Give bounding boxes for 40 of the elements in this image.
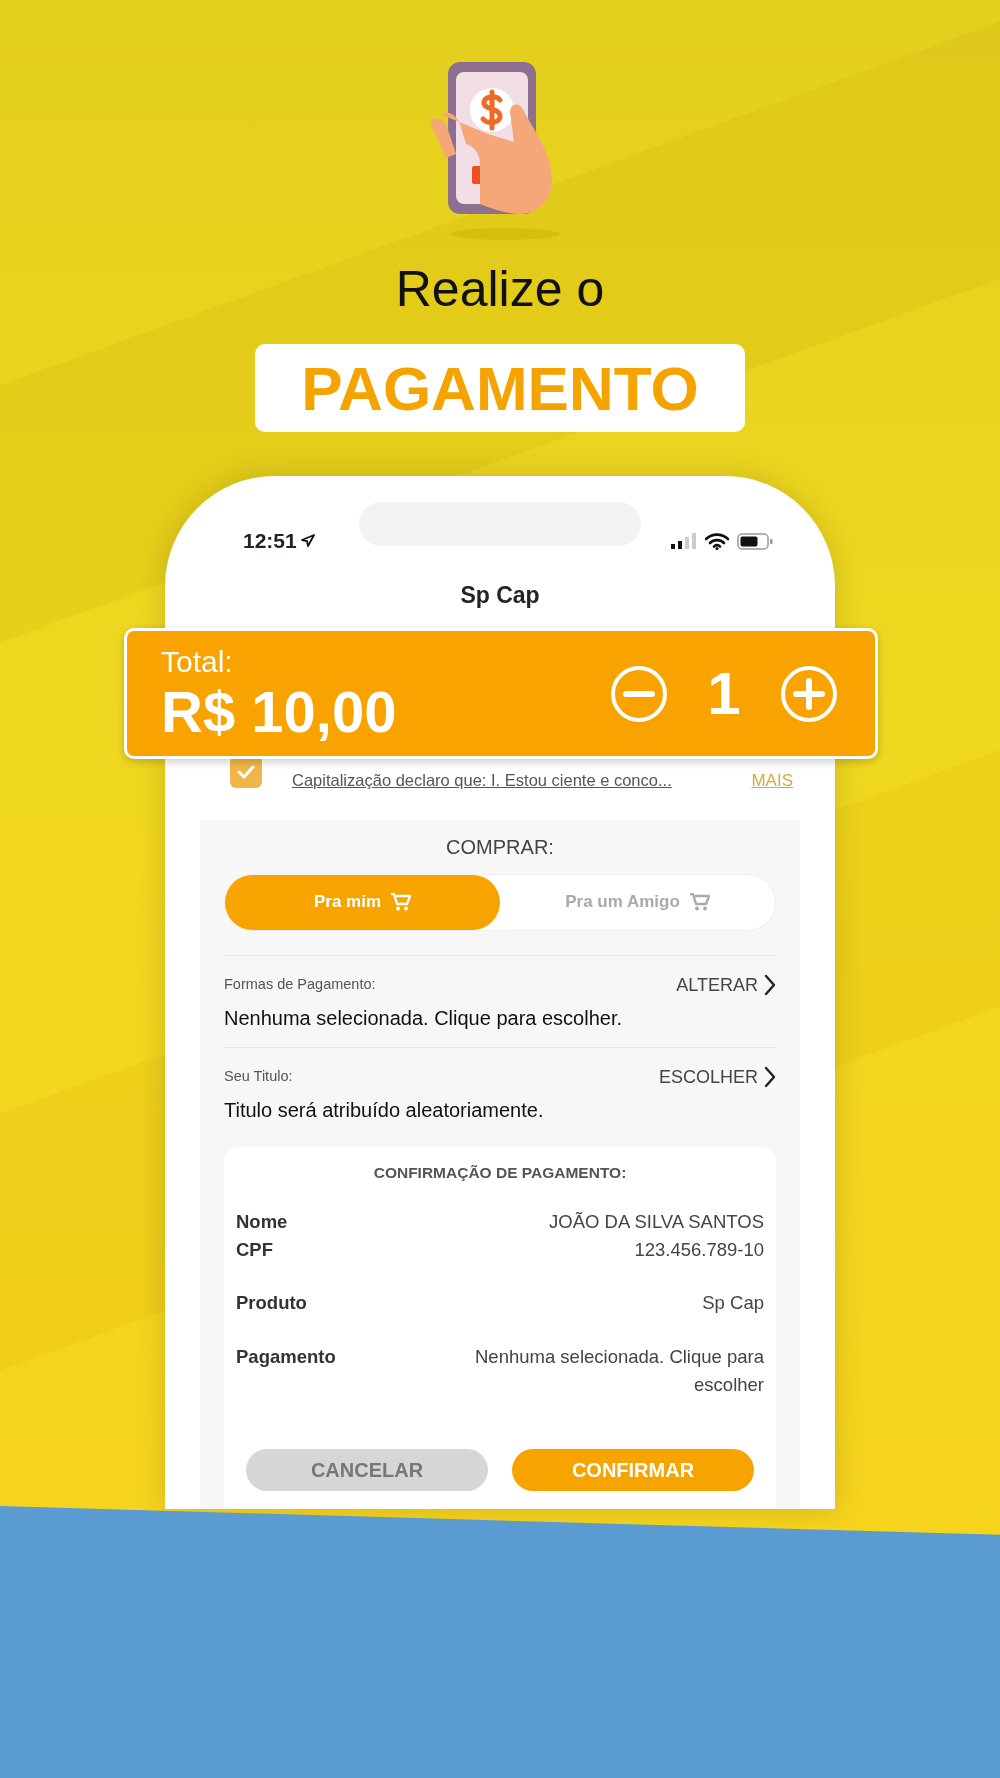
tab[interactable]: Pra mim xyxy=(225,874,500,930)
cart-icon xyxy=(391,893,412,911)
read-more-link[interactable]: MAIS xyxy=(751,767,793,793)
field-value: Nenhuma selecionada. Clique para escolher. xyxy=(224,1005,624,1031)
row-value: 123.456.789-10 xyxy=(634,1237,764,1262)
card-title: CONFIRMAÇÃO DE PAGAMENTO: xyxy=(372,1162,628,1183)
wifi-icon xyxy=(705,532,729,550)
field-value: Titulo será atribuído aleatoriamente. xyxy=(224,1097,545,1123)
row-label: Nome xyxy=(236,1209,288,1234)
app-title: Sp Cap xyxy=(459,581,541,610)
row-value: Nenhuma selecionada. Clique para escolher xyxy=(474,1345,764,1397)
highlight-banner: PAGAMENTO xyxy=(255,344,745,432)
headline: Realize o xyxy=(395,264,605,314)
chevron-right-icon xyxy=(764,974,776,996)
location-icon xyxy=(300,534,315,548)
checkmark-icon xyxy=(237,764,255,779)
row-label: Produto xyxy=(236,1291,307,1316)
row-label: CPF xyxy=(236,1237,273,1262)
chevron-right-icon xyxy=(764,1066,776,1088)
signal-icon xyxy=(671,533,697,549)
total-amount: R$ 10,00 xyxy=(161,682,397,741)
total-label: Total: xyxy=(161,646,234,677)
increase-button[interactable] xyxy=(779,663,839,724)
cart-icon xyxy=(689,893,710,911)
confirm-button[interactable]: CONFIRMAR xyxy=(512,1448,754,1491)
field-label: Seu Titulo: xyxy=(224,1067,293,1087)
decrease-button[interactable] xyxy=(609,663,669,724)
section-label: COMPRAR: xyxy=(445,834,555,860)
status-time: 12:51 xyxy=(243,528,297,555)
battery-icon xyxy=(737,532,773,550)
row-label: Pagamento xyxy=(236,1345,336,1369)
field-label: Formas de Pagamento: xyxy=(224,975,376,995)
action-link[interactable]: ALTERAR xyxy=(676,971,776,999)
action-link[interactable]: ESCOLHER xyxy=(658,1063,776,1091)
terms-text: Capitalização declaro que: I. Estou ciente e conco... xyxy=(292,769,672,791)
row-value: Sp Cap xyxy=(702,1291,764,1316)
cancel-button[interactable]: CANCELAR xyxy=(246,1448,488,1491)
quantity: 1 xyxy=(706,663,742,724)
tab[interactable]: Pra um Amigo xyxy=(500,874,775,930)
row-value: JOÃO DA SILVA SANTOS xyxy=(549,1209,764,1234)
